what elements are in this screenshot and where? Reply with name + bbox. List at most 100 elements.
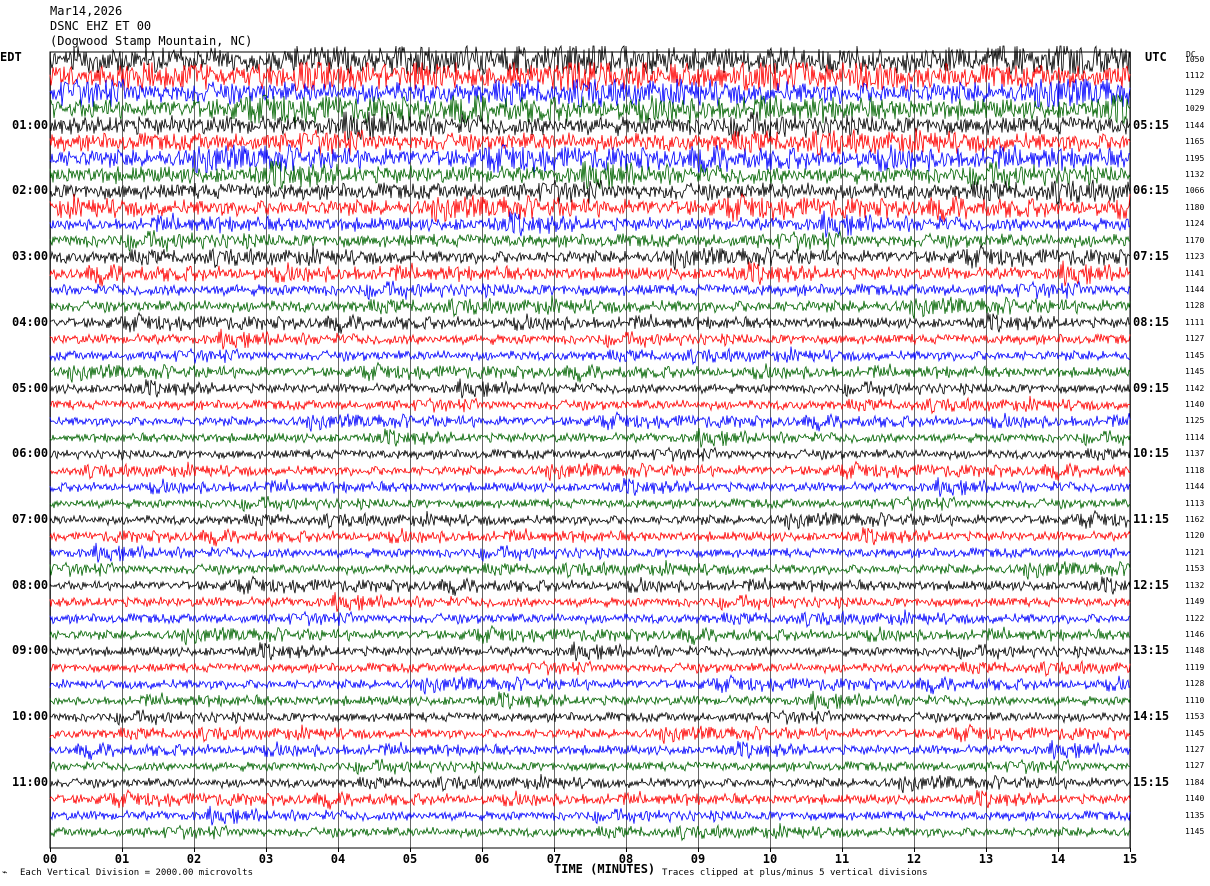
right-hour-label: 12:15	[1133, 577, 1170, 592]
seismic-trace	[49, 592, 1131, 612]
seismic-trace	[49, 78, 1131, 108]
seismic-trace	[49, 311, 1131, 334]
seismic-trace	[49, 823, 1131, 842]
left-hour-label: 10:00	[12, 709, 49, 724]
dc-offset-label: 1110	[1185, 695, 1205, 705]
dc-offset-label: 1145	[1185, 728, 1205, 738]
dc-offset-label: 1125	[1185, 416, 1205, 426]
dc-offset-label: 1144	[1185, 120, 1205, 130]
left-hour-label: 07:00	[12, 512, 49, 527]
scale-note: Each Vertical Division = 2000.00 microvo…	[20, 868, 253, 878]
dc-offset-label: 1127	[1185, 334, 1205, 344]
dc-offset-label: 1149	[1185, 597, 1205, 607]
right-hour-label: 13:15	[1133, 643, 1170, 658]
seismic-trace	[49, 93, 1131, 125]
station-location: (Dogwood Stamp Mountain, NC)	[50, 34, 253, 48]
x-tick-label: 00	[42, 852, 58, 866]
x-tick-label: 13	[978, 852, 994, 866]
helicorder-plot	[49, 44, 1131, 852]
scale-marker-icon: ⌁	[2, 868, 8, 878]
dc-offset-label: 1170	[1185, 235, 1205, 245]
right-hour-label: 11:15	[1133, 512, 1170, 527]
seismic-trace	[49, 758, 1131, 776]
x-tick-label: 05	[402, 852, 418, 866]
dc-offset-label: 1029	[1185, 104, 1205, 114]
dc-offset-label: 1120	[1185, 531, 1205, 541]
dc-offset-label: 1128	[1185, 301, 1205, 311]
dc-offset-label: 1118	[1185, 465, 1205, 475]
seismic-trace	[49, 509, 1131, 531]
seismic-trace	[49, 378, 1131, 399]
seismic-trace	[49, 192, 1131, 223]
seismic-trace	[49, 495, 1131, 513]
clip-note: Traces clipped at plus/minus 5 vertical …	[662, 868, 928, 878]
seismic-trace	[49, 641, 1131, 662]
seismic-trace	[49, 427, 1131, 448]
left-hour-label: 03:00	[12, 249, 49, 264]
x-tick-label: 15	[1122, 852, 1138, 866]
dc-offset-label: 1132	[1185, 170, 1205, 179]
dc-offset-label: 1144	[1185, 285, 1205, 295]
seismic-trace	[49, 361, 1131, 383]
x-tick-label: 03	[258, 852, 274, 866]
plot-frame	[49, 51, 1131, 849]
seismic-trace	[49, 243, 1131, 271]
x-axis-title: TIME (MINUTES)	[554, 862, 656, 876]
dc-offset-label: 1195	[1185, 153, 1205, 163]
dc-offset-label: 1184	[1185, 777, 1205, 787]
dc-offset-label: 1165	[1185, 137, 1205, 147]
left-hour-label: 06:00	[12, 446, 49, 461]
dc-offset-label: 1140	[1185, 400, 1205, 410]
left-hour-label: 01:00	[12, 117, 49, 132]
right-hour-label: 14:15	[1133, 709, 1170, 724]
seismic-trace	[49, 210, 1130, 238]
right-hour-label: 08:15	[1133, 314, 1170, 329]
dc-offset-label: 1142	[1185, 383, 1205, 393]
right-hour-label: 07:15	[1133, 249, 1170, 264]
seismic-trace	[49, 527, 1131, 547]
dc-offset-label: 1180	[1185, 202, 1205, 212]
dc-offset-label: 1127	[1185, 745, 1205, 755]
right-hour-label: 05:15	[1133, 117, 1170, 132]
dc-offset-label: 1146	[1185, 630, 1205, 640]
dc-offset-label: 1153	[1185, 564, 1205, 574]
x-tick-label: 14	[1050, 852, 1066, 866]
seismic-trace	[49, 709, 1131, 726]
dc-offset-label: 1123	[1185, 252, 1205, 262]
seismic-trace	[49, 560, 1131, 580]
seismic-trace	[49, 690, 1131, 711]
seismic-trace	[49, 280, 1131, 301]
dc-offset-label: 1114	[1185, 432, 1205, 442]
seismic-trace	[49, 346, 1131, 366]
x-tick-label: 02	[186, 852, 202, 866]
seismic-trace	[49, 295, 1131, 319]
left-timezone: EDT	[0, 50, 22, 64]
dc-offset-label: 1148	[1185, 646, 1205, 656]
dc-offset-label: 1122	[1185, 613, 1205, 623]
dc-offset-label: 1112	[1185, 71, 1205, 81]
dc-offset-label: 1140	[1185, 794, 1205, 804]
dc-offset-label: 1066	[1185, 186, 1205, 196]
x-tick-label: 06	[474, 852, 490, 866]
seismic-trace	[49, 788, 1131, 810]
dc-offset-label: 1113	[1185, 498, 1205, 508]
dc-offset-label: 1145	[1185, 367, 1205, 377]
seismic-trace	[49, 477, 1131, 497]
x-tick-label: 09	[690, 852, 706, 866]
seismic-trace	[49, 674, 1131, 695]
dc-offset-label: 1121	[1185, 547, 1205, 557]
seismic-trace	[49, 328, 1131, 350]
dc-offset-label: 1141	[1185, 268, 1205, 278]
seismic-trace	[49, 575, 1131, 596]
x-tick-label: 12	[906, 852, 922, 866]
dc-offset-label: 1119	[1185, 662, 1205, 672]
dc-offset-label: 1145	[1185, 827, 1205, 837]
left-hour-label: 04:00	[12, 314, 49, 329]
dc-offset-label: 1050	[1185, 55, 1205, 64]
left-hour-label: 08:00	[12, 577, 49, 592]
seismic-trace	[49, 740, 1131, 760]
dc-offset-label: 1111	[1185, 317, 1205, 327]
plot-date: Mar14,2026	[50, 4, 123, 18]
dc-offset-label: 1127	[1185, 761, 1205, 771]
seismic-trace	[49, 395, 1131, 415]
